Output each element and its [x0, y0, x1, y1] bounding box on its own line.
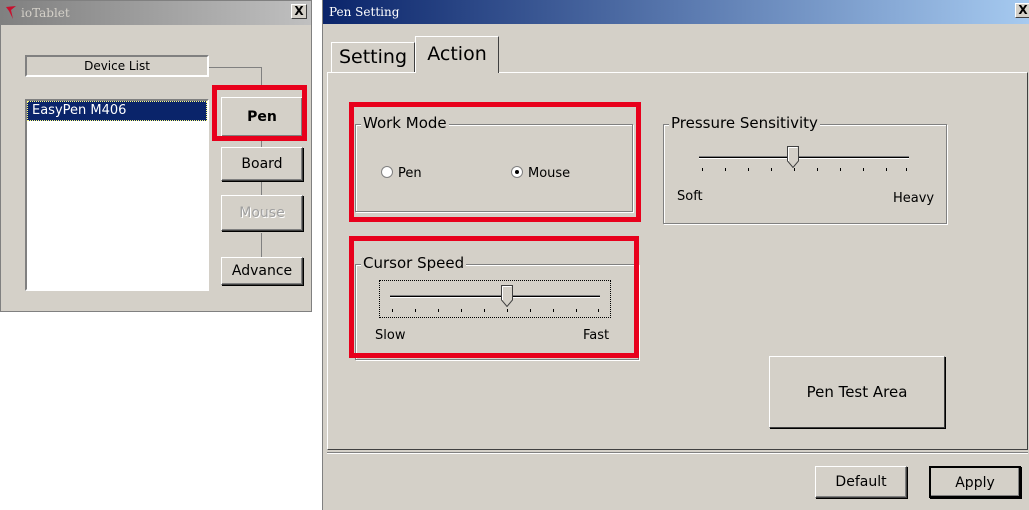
- pressure-label: Pressure Sensitivity: [669, 114, 820, 132]
- iotablet-title: ioTablet: [21, 6, 70, 20]
- apply-button[interactable]: Apply: [929, 466, 1021, 498]
- radio-pen[interactable]: Pen: [381, 166, 422, 181]
- mouse-button[interactable]: Mouse: [221, 195, 303, 231]
- tree-line: [261, 67, 262, 87]
- separator: [327, 452, 1028, 454]
- tree-line: [261, 181, 262, 195]
- app-logo-icon: [4, 4, 18, 20]
- close-icon[interactable]: X: [1015, 3, 1029, 18]
- cursor-speed-max-label: Fast: [583, 328, 610, 343]
- advance-button[interactable]: Advance: [221, 257, 303, 285]
- pen-setting-title: Pen Setting: [329, 5, 400, 19]
- work-mode-label: Work Mode: [361, 114, 449, 132]
- cursor-speed-min-label: Slow: [375, 328, 406, 343]
- pen-setting-window: Pen Setting X Setting Action Work Mode P…: [322, 0, 1029, 510]
- pen-setting-titlebar: Pen Setting: [323, 0, 1029, 24]
- iotablet-window: ioTablet X Device List EasyPen M406 Pen …: [0, 0, 312, 312]
- board-button[interactable]: Board: [221, 147, 303, 181]
- list-item[interactable]: EasyPen M406: [27, 101, 207, 121]
- pressure-slider[interactable]: [699, 144, 909, 178]
- cursor-speed-slider[interactable]: [379, 280, 611, 318]
- cursor-speed-label: Cursor Speed: [361, 254, 467, 272]
- radio-icon: [381, 166, 393, 178]
- pen-test-area[interactable]: Pen Test Area: [769, 356, 945, 428]
- radio-selected-icon: [511, 166, 523, 178]
- device-list[interactable]: EasyPen M406: [25, 99, 209, 291]
- tree-line: [209, 67, 262, 68]
- cursor-speed-slider-thumb[interactable]: [501, 285, 513, 308]
- iotablet-titlebar: ioTablet: [1, 1, 311, 25]
- close-icon[interactable]: X: [291, 4, 307, 19]
- device-list-header: Device List: [25, 55, 209, 77]
- pressure-slider-thumb[interactable]: [787, 146, 799, 169]
- tree-line: [261, 233, 262, 257]
- tab-action[interactable]: Action: [415, 36, 499, 73]
- radio-mouse[interactable]: Mouse: [511, 166, 570, 181]
- pressure-min-label: Soft: [677, 189, 703, 204]
- pen-button[interactable]: Pen: [221, 97, 303, 137]
- pressure-max-label: Heavy: [893, 191, 935, 206]
- default-button[interactable]: Default: [815, 466, 907, 498]
- tab-setting[interactable]: Setting: [331, 42, 415, 72]
